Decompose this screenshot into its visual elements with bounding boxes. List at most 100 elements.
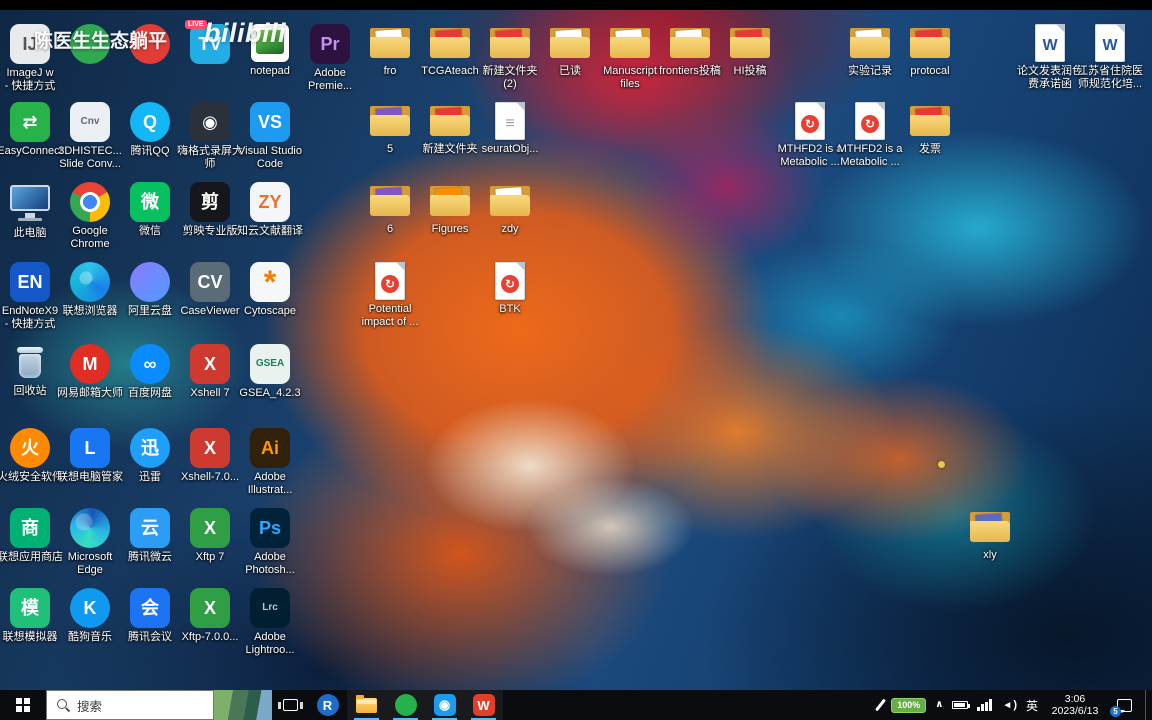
- desktop-icon-folder-fro[interactable]: fro: [362, 24, 418, 78]
- desktop-icon-wechat[interactable]: 微 微信: [122, 182, 178, 238]
- app-icon: Lrc: [250, 588, 290, 628]
- battery-icon[interactable]: [952, 701, 971, 709]
- desktop-icon-folder-new[interactable]: 新建文件夹: [422, 102, 478, 156]
- desktop-icon-easyconnect[interactable]: ⇄ EasyConnect: [0, 102, 63, 158]
- desktop-icon-folder-lab-record[interactable]: 实验记录: [842, 24, 898, 78]
- desktop-icon-adobe-premiere[interactable]: Pr Adobe Premie...: [302, 24, 358, 93]
- desktop-icon-folder-figures[interactable]: Figures: [422, 182, 478, 236]
- desktop-icon-this-pc[interactable]: 此电脑: [2, 182, 58, 240]
- icon-label: seuratObj...: [481, 143, 539, 155]
- start-button[interactable]: [0, 690, 46, 720]
- desktop-icon-adobe-photoshop[interactable]: Ps Adobe Photosh...: [242, 508, 298, 577]
- desktop-icon-google-chrome[interactable]: Google Chrome: [62, 182, 118, 251]
- desktop-icon-doc-retouching-fee[interactable]: W 论文发表润色 费承诺函: [1017, 24, 1083, 91]
- desktop-icon-endnote[interactable]: EN EndNoteX9 - 快捷方式: [2, 262, 58, 331]
- desktop-icon-pdf-btk[interactable]: ↻ BTK: [482, 262, 538, 316]
- desktop-icon-tencent-weiyun[interactable]: 云 腾讯微云: [122, 508, 178, 564]
- desktop-icon-xshell-7-installer[interactable]: X Xshell-7.0...: [181, 428, 239, 484]
- icon-label: CaseViewer: [180, 305, 240, 317]
- desktop-icon-caseviewer[interactable]: CV CaseViewer: [180, 262, 240, 318]
- input-language-indicator[interactable]: 英: [1026, 697, 1038, 714]
- icon-label: zdy: [501, 223, 519, 235]
- desktop-icon-folder-read[interactable]: 已读: [542, 24, 598, 78]
- desktop-icon-adobe-illustrator[interactable]: Ai Adobe Illustrat...: [242, 428, 298, 497]
- desktop-icon-slide-converter[interactable]: Cnv 3DHISTEC... Slide Conv...: [58, 102, 122, 171]
- news-widget-thumbnail[interactable]: [214, 690, 272, 720]
- desktop-icon-microsoft-edge[interactable]: Microsoft Edge: [62, 508, 118, 577]
- desktop-icon-folder-tcgateach[interactable]: TCGAteach: [421, 24, 479, 78]
- desktop-icon-recycle-bin[interactable]: 回收站: [2, 344, 58, 398]
- desktop-icon-red-circle-app[interactable]: [122, 24, 178, 67]
- desktop-icon-gsea[interactable]: GSEA GSEA_4.2.3: [239, 344, 301, 400]
- desktop-icon-baidu-netdisk[interactable]: ∞ 百度网盘: [122, 344, 178, 400]
- app-icon-glyph: ∞: [143, 354, 157, 374]
- app-icon: [367, 182, 413, 220]
- taskbar-app-file-explorer[interactable]: [347, 690, 386, 720]
- desktop-icon-folder-frontiers[interactable]: frontiers投稿: [659, 24, 721, 78]
- action-center-button[interactable]: 5: [1110, 690, 1136, 720]
- desktop-icon-lenovo-browser[interactable]: 联想浏览器: [62, 262, 118, 318]
- desktop-icon-vscode[interactable]: VS Visual Studio Code: [238, 102, 302, 171]
- network-signal-icon[interactable]: [977, 699, 993, 711]
- desktop-icon-cytoscape[interactable]: * Cytoscape: [242, 262, 298, 318]
- app-icon-glyph: W: [1042, 37, 1058, 54]
- desktop-icon-huorong-security[interactable]: 火 火绒安全软件: [0, 428, 63, 484]
- battery-percent-badge[interactable]: 100%: [891, 697, 927, 713]
- desktop-icon-folder-hi[interactable]: HI投稿: [722, 24, 778, 78]
- desktop-icon-doc-seurat[interactable]: ≡ seuratObj...: [482, 102, 538, 156]
- taskbar-app-screen-recorder[interactable]: ◉: [425, 690, 464, 720]
- desktop-icon-pdf-mthfd2-2[interactable]: ↻ MTHFD2 is a Metabolic ...: [838, 102, 902, 169]
- show-desktop-button[interactable]: [1145, 690, 1150, 720]
- desktop-icon-folder-xly[interactable]: xly: [962, 508, 1018, 562]
- desktop-icon-higeshi-recorder[interactable]: ◉ 嗨格式录屏大 师: [177, 102, 243, 171]
- taskbar-clock[interactable]: 3:06 2023/6/13: [1047, 693, 1103, 717]
- desktop-icon-netease-mail-master[interactable]: M 网易邮箱大师: [57, 344, 123, 400]
- app-icon: X: [190, 428, 230, 468]
- taskbar-app-green-app[interactable]: [386, 690, 425, 720]
- desktop-icon-lenovo-pc-manager[interactable]: L 联想电脑管家: [57, 428, 123, 484]
- pen-icon[interactable]: [875, 698, 887, 712]
- desktop-icon-imagej[interactable]: IJ ImageJ w - 快捷方式: [2, 24, 58, 93]
- icon-label: 此电脑: [13, 227, 47, 239]
- desktop-icon-folder-new-2[interactable]: 新建文件夹 (2): [482, 24, 538, 91]
- desktop-icon-aliyun-drive[interactable]: 阿里云盘: [122, 262, 178, 318]
- taskbar-app-wps-office[interactable]: W: [464, 690, 503, 720]
- desktop-icon-zhiyun-translate[interactable]: ZY 知云文献翻译: [237, 182, 303, 238]
- desktop-icon-pdf-potential-impact[interactable]: ↻ Potential impact of ...: [362, 262, 418, 329]
- desktop-icon-xftp-7[interactable]: X Xftp 7: [182, 508, 238, 564]
- desktop-icon-adobe-lightroom[interactable]: Lrc Adobe Lightroo...: [242, 588, 298, 657]
- desktop-icon-folder-zdy[interactable]: zdy: [482, 182, 538, 236]
- desktop-icon-lenovo-app-store[interactable]: 商 联想应用商店: [0, 508, 63, 564]
- task-view-button[interactable]: [272, 690, 308, 720]
- desktop-icon-green-circle-app[interactable]: [62, 24, 118, 67]
- icon-label: EasyConnect: [0, 145, 63, 157]
- desktop-icon-folder-protocal[interactable]: protocal: [902, 24, 958, 78]
- desktop-icon-folder-6[interactable]: 6: [362, 182, 418, 236]
- desktop-icon-xshell-7[interactable]: X Xshell 7: [182, 344, 238, 400]
- desktop-icon-kugou-music[interactable]: K 酷狗音乐: [62, 588, 118, 644]
- desktop-icon-lenovo-emulator[interactable]: 模 联想模拟器: [2, 588, 58, 644]
- desktop-icon-jianying-pro[interactable]: 剪 剪映专业版: [182, 182, 238, 238]
- desktop-icon-bilibili-live[interactable]: TV LIVE: [182, 20, 238, 67]
- desktop-icon-pdf-mthfd2-1[interactable]: ↻ MTHFD2 is a Metabolic ...: [778, 102, 842, 169]
- app-icon: W: [1035, 24, 1065, 62]
- pointer-dot: [938, 461, 945, 468]
- desktop-icon-xftp-7-installer[interactable]: X Xftp-7.0.0...: [182, 588, 238, 644]
- app-icon: 火: [10, 428, 50, 468]
- taskbar-app-r[interactable]: R: [308, 690, 347, 720]
- app-icon: GSEA: [250, 344, 290, 384]
- desktop-icon-folder-invoice[interactable]: 发票: [902, 102, 958, 156]
- desktop-icon-xunlei[interactable]: 迅 迅雷: [122, 428, 178, 484]
- volume-icon[interactable]: [1002, 700, 1017, 711]
- desktop-icon-folder-manuscript[interactable]: Manuscript files: [602, 24, 658, 91]
- desktop-icon-tencent-qq[interactable]: Q 腾讯QQ: [122, 102, 178, 158]
- app-icon-glyph: X: [203, 438, 216, 458]
- hidden-icons-chevron-icon[interactable]: [935, 700, 943, 710]
- desktop-icon-doc-jiangsu-training[interactable]: W 江苏省住院医 师规范化培...: [1077, 24, 1143, 91]
- desktop-icon-notepad[interactable]: notepad: [242, 24, 298, 78]
- desktop-icon-folder-5[interactable]: 5: [362, 102, 418, 156]
- desktop-icon-tencent-meeting[interactable]: 会 腾讯会议: [122, 588, 178, 644]
- icon-label: frontiers投稿: [659, 65, 721, 77]
- taskbar-search-box[interactable]: 搜索: [46, 690, 214, 720]
- app-icon: W: [1095, 24, 1125, 62]
